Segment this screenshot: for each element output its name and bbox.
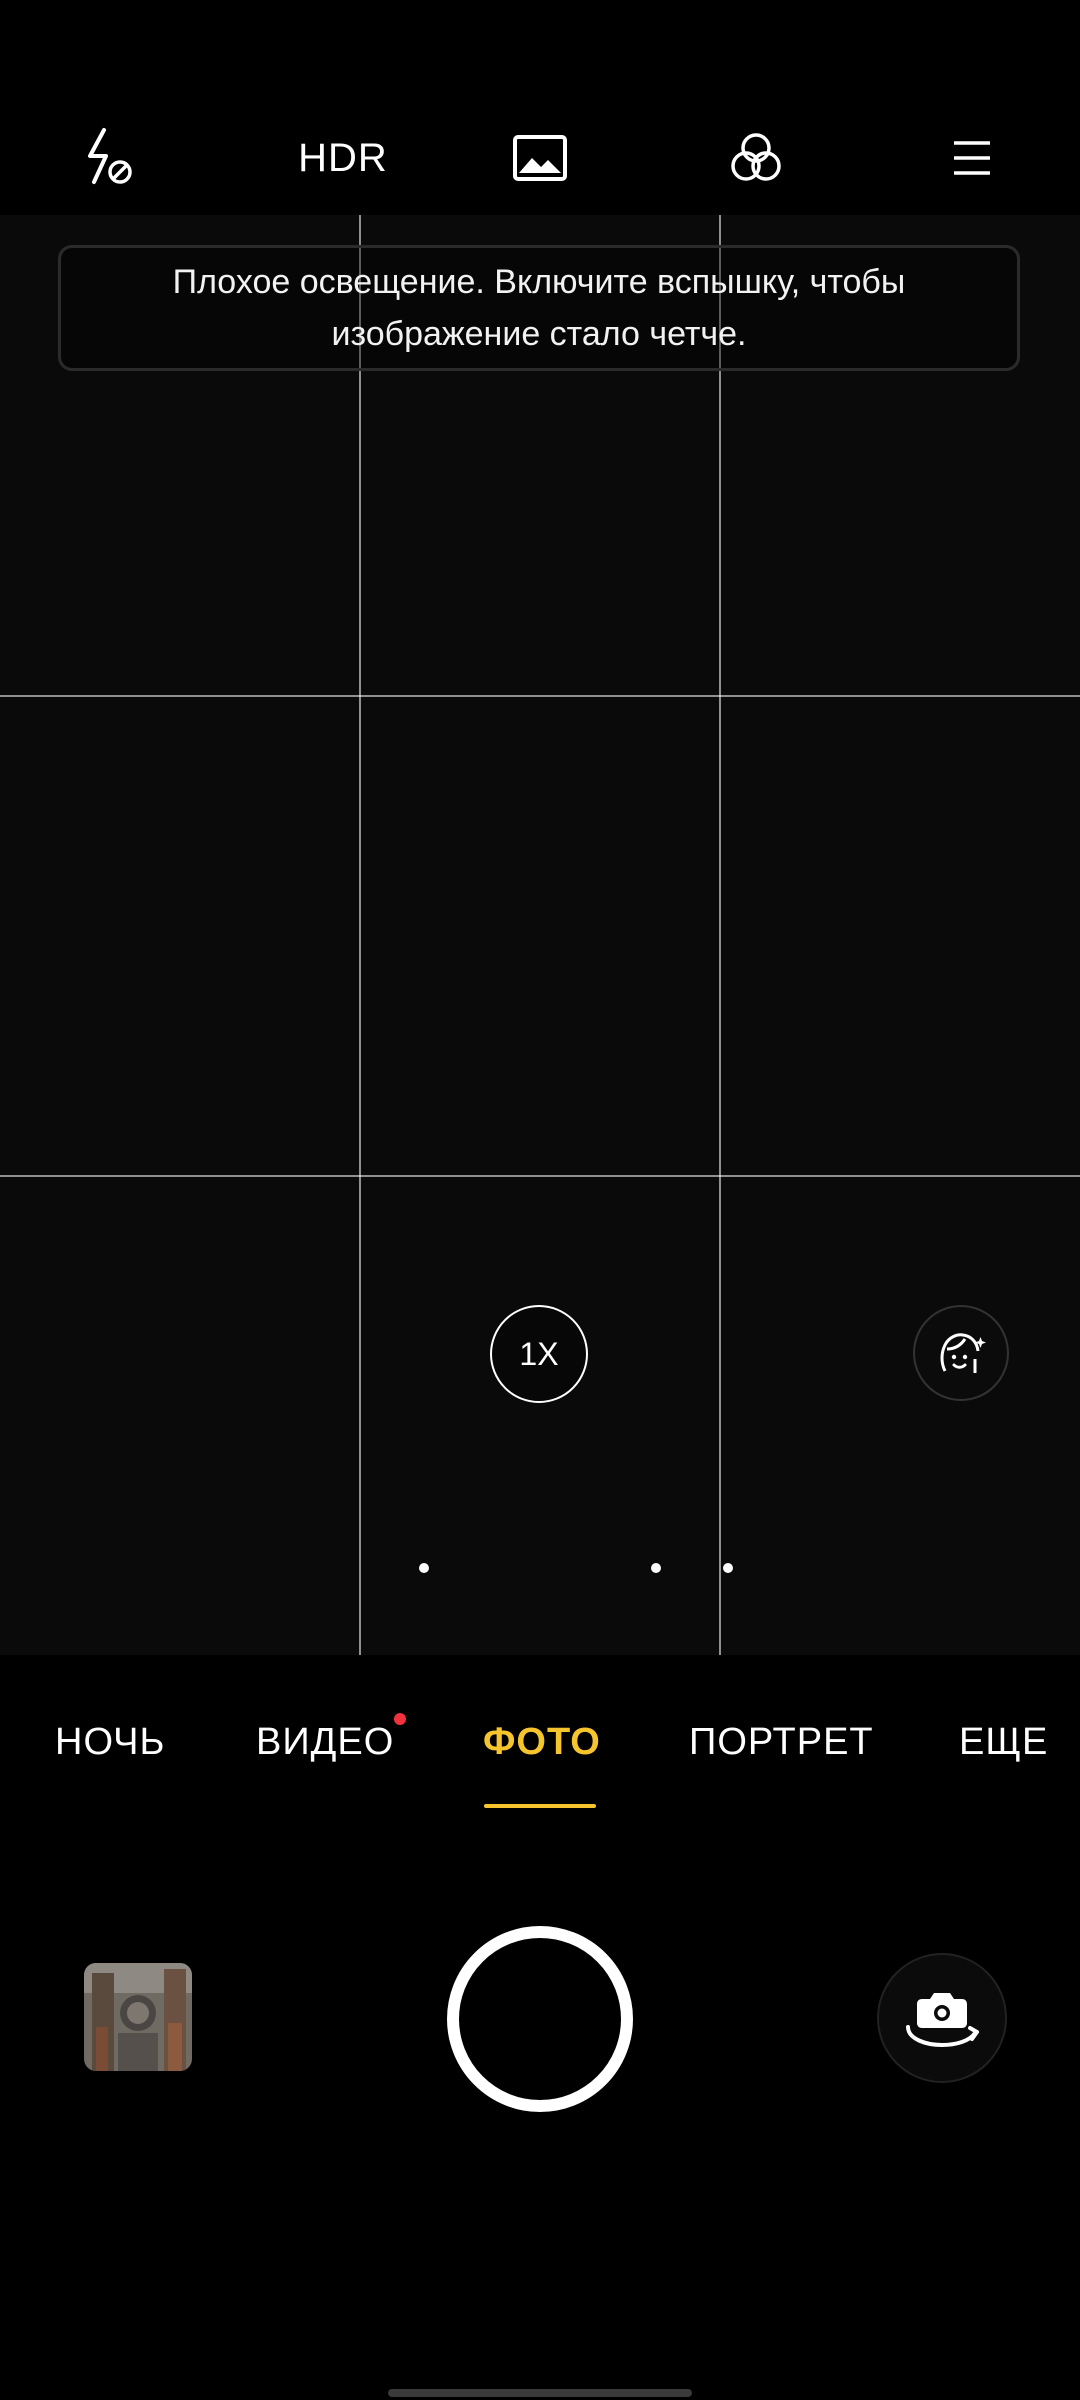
top-toolbar: HDR — [0, 0, 1080, 215]
zoom-dot[interactable] — [419, 1563, 429, 1573]
filters-icon[interactable] — [716, 118, 796, 198]
home-indicator[interactable] — [388, 2389, 692, 2397]
face-beauty-icon — [940, 1333, 986, 1373]
mode-portrait[interactable]: ПОРТРЕТ — [689, 1721, 874, 1764]
mode-photo[interactable]: ФОТО — [483, 1721, 601, 1764]
flash-off-icon[interactable] — [68, 118, 148, 198]
switch-camera-icon — [906, 1993, 979, 2048]
hdr-button[interactable]: HDR — [283, 118, 403, 198]
mode-night[interactable]: НОЧЬ — [55, 1721, 165, 1764]
zoom-button[interactable]: 1X — [490, 1305, 588, 1403]
image-icon[interactable] — [500, 118, 580, 198]
mode-more[interactable]: ЕЩЕ — [959, 1721, 1048, 1764]
grid-line — [0, 1175, 1080, 1177]
menu-icon[interactable] — [932, 118, 1012, 198]
hdr-label: HDR — [298, 135, 388, 180]
grid-line — [0, 695, 1080, 697]
beauty-mode-button[interactable] — [913, 1305, 1009, 1401]
shutter-button[interactable] — [447, 1926, 633, 2112]
gallery-thumbnail[interactable] — [84, 1963, 192, 2071]
mode-selector: НОЧЬ ВИДЕО ФОТО ПОРТРЕТ ЕЩЕ — [0, 1655, 1080, 1815]
active-mode-indicator — [484, 1804, 596, 1808]
zoom-dot[interactable] — [651, 1563, 661, 1573]
mode-video[interactable]: ВИДЕО — [256, 1721, 394, 1764]
new-indicator-dot — [394, 1713, 406, 1725]
grid-line — [359, 215, 361, 1655]
switch-camera-button[interactable] — [877, 1953, 1007, 2083]
camera-viewfinder[interactable]: Плохое освещение. Включите вспышку, чтоб… — [0, 215, 1080, 1655]
low-light-hint: Плохое освещение. Включите вспышку, чтоб… — [58, 245, 1020, 371]
zoom-dot[interactable] — [723, 1563, 733, 1573]
grid-line — [719, 215, 721, 1655]
